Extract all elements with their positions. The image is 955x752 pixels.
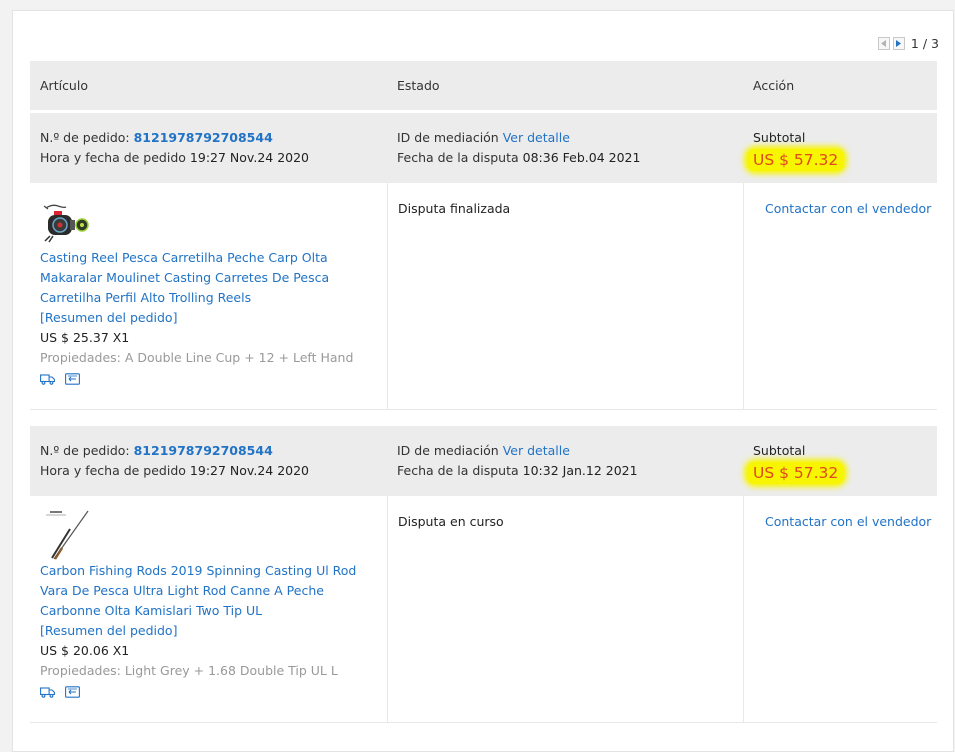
order-number-label: N.º de pedido:: [40, 130, 130, 145]
shipping-truck-icon[interactable]: [40, 686, 55, 698]
order-date-label: Hora y fecha de pedido: [40, 150, 186, 165]
dispute-date-label: Fecha de la disputa: [397, 463, 519, 478]
order-date-label: Hora y fecha de pedido: [40, 463, 186, 478]
dispute-status: Disputa en curso: [398, 514, 504, 529]
contact-seller-link[interactable]: Contactar con el vendedor: [765, 199, 931, 219]
order-block: N.º de pedido: 8121978792708544 Hora y f…: [30, 113, 937, 411]
item-price-quantity: US $ 20.06 X1: [40, 643, 130, 658]
status-cell: Disputa finalizada: [388, 183, 744, 409]
order-date-line: Hora y fecha de pedido 19:27 Nov.24 2020: [40, 461, 309, 481]
dispute-date: 08:36 Feb.04 2021: [522, 150, 641, 165]
item-properties: Propiedades: Light Grey + 1.68 Double Ti…: [40, 663, 338, 678]
table-header: Artículo Estado Acción: [30, 61, 937, 110]
product-title-link[interactable]: Carbon Fishing Rods 2019 Spinning Castin…: [40, 561, 385, 621]
status-cell: Disputa en curso: [388, 496, 744, 722]
order-number-line: N.º de pedido: 8121978792708544: [40, 441, 273, 461]
column-header-item: Artículo: [40, 78, 88, 93]
subtotal-label: Subtotal: [753, 443, 806, 458]
mediation-line: ID de mediación Ver detalle: [397, 128, 570, 148]
dispute-date-line: Fecha de la disputa 10:32 Jan.12 2021: [397, 461, 638, 481]
column-header-status: Estado: [397, 78, 440, 93]
order-number-label: N.º de pedido:: [40, 443, 130, 458]
page-indicator: 1 / 3: [910, 36, 939, 51]
order-summary-link[interactable]: [Resumen del pedido]: [40, 621, 177, 641]
item-cell: Casting Reel Pesca Carretilha Peche Carp…: [30, 183, 388, 409]
fishing-rod-thumbnail[interactable]: [40, 509, 92, 561]
order-number-link[interactable]: 8121978792708544: [134, 443, 273, 458]
order-date-line: Hora y fecha de pedido 19:27 Nov.24 2020: [40, 148, 309, 168]
order-block: N.º de pedido: 8121978792708544 Hora y f…: [30, 426, 937, 724]
dispute-date-line: Fecha de la disputa 08:36 Feb.04 2021: [397, 148, 640, 168]
chevron-right-icon: [895, 40, 901, 47]
order-summary-bar: N.º de pedido: 8121978792708544 Hora y f…: [30, 113, 937, 183]
dispute-date: 10:32 Jan.12 2021: [522, 463, 638, 478]
order-number-line: N.º de pedido: 8121978792708544: [40, 128, 273, 148]
fishing-reel-thumbnail[interactable]: [40, 196, 92, 248]
contact-seller-link[interactable]: Contactar con el vendedor: [765, 512, 931, 532]
item-properties: Propiedades: A Double Line Cup + 12 + Le…: [40, 350, 354, 365]
column-header-action: Acción: [753, 78, 795, 93]
subtotal-amount: US $ 57.32: [747, 462, 845, 484]
order-item-row: Casting Reel Pesca Carretilha Peche Carp…: [30, 183, 937, 410]
order-return-icon[interactable]: [65, 686, 80, 698]
item-icon-row: [40, 686, 80, 698]
order-item-row: Carbon Fishing Rods 2019 Spinning Castin…: [30, 496, 937, 723]
prev-page-button[interactable]: [877, 37, 890, 50]
subtotal-amount: US $ 57.32: [747, 149, 845, 171]
chevron-left-icon: [880, 40, 886, 47]
shipping-truck-icon[interactable]: [40, 373, 55, 385]
item-icon-row: [40, 373, 80, 385]
mediation-label: ID de mediación: [397, 443, 499, 458]
order-number-link[interactable]: 8121978792708544: [134, 130, 273, 145]
dispute-status: Disputa finalizada: [398, 201, 511, 216]
view-detail-link[interactable]: Ver detalle: [503, 443, 570, 458]
order-summary-bar: N.º de pedido: 8121978792708544 Hora y f…: [30, 426, 937, 496]
order-date: 19:27 Nov.24 2020: [189, 463, 310, 478]
next-page-button[interactable]: [892, 37, 905, 50]
action-cell: Contactar con el vendedor: [744, 496, 937, 722]
dispute-date-label: Fecha de la disputa: [397, 150, 519, 165]
mediation-line: ID de mediación Ver detalle: [397, 441, 570, 461]
orders-panel: 1 / 3 Artículo Estado Acción N.º de pedi…: [12, 10, 954, 752]
item-cell: Carbon Fishing Rods 2019 Spinning Castin…: [30, 496, 388, 722]
view-detail-link[interactable]: Ver detalle: [503, 130, 570, 145]
pagination: 1 / 3: [877, 36, 939, 51]
mediation-label: ID de mediación: [397, 130, 499, 145]
product-title-link[interactable]: Casting Reel Pesca Carretilha Peche Carp…: [40, 248, 385, 308]
order-return-icon[interactable]: [65, 373, 80, 385]
order-date: 19:27 Nov.24 2020: [189, 150, 310, 165]
order-summary-link[interactable]: [Resumen del pedido]: [40, 308, 177, 328]
subtotal-label: Subtotal: [753, 130, 806, 145]
item-price-quantity: US $ 25.37 X1: [40, 330, 130, 345]
action-cell: Contactar con el vendedor: [744, 183, 937, 409]
